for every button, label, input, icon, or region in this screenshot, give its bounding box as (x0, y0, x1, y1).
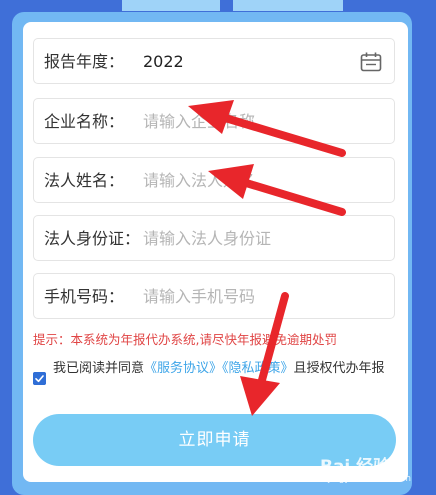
tip-text: 提示：本系统为年报代办系统,请尽快年报避免逾期处罚 (33, 332, 337, 347)
report-year-label: 报告年度： (44, 52, 125, 71)
phone-number-field[interactable]: 手机号码： 请输入手机号码 (33, 273, 395, 319)
phone-number-label: 手机号码： (44, 287, 125, 306)
agreement-row: 我已阅读并同意《服务协议》《隐私政策》且授权代办年报 (33, 359, 393, 385)
agreement-prefix: 我已阅读并同意 (53, 361, 145, 376)
agreement-suffix: 且授权代办年报 (293, 361, 385, 376)
agreement-text: 我已阅读并同意《服务协议》《隐私政策》且授权代办年报 (53, 359, 393, 379)
report-year-field[interactable]: 报告年度： 2022 (33, 38, 395, 84)
legal-person-id-label: 法人身份证： (44, 229, 141, 248)
legal-person-name-field[interactable]: 法人姓名： 请输入法人姓名 (33, 157, 395, 203)
company-name-label: 企业名称： (44, 112, 125, 131)
legal-person-id-placeholder: 请输入法人身份证 (143, 229, 272, 248)
legal-person-name-label: 法人姓名： (44, 171, 125, 190)
watermark-sub: jingyan.baidu.com (328, 474, 412, 484)
top-tab-left (122, 0, 220, 11)
top-tab-right (233, 0, 343, 11)
legal-person-name-placeholder: 请输入法人姓名 (143, 171, 256, 190)
service-agreement-link[interactable]: 《服务协议》 (144, 361, 222, 376)
calendar-icon[interactable] (360, 52, 382, 72)
report-year-value: 2022 (143, 52, 184, 71)
watermark: Bai 经验 jingyan.baidu.com (312, 452, 432, 492)
company-name-field[interactable]: 企业名称： 请输入企业名称 (33, 98, 395, 144)
legal-person-id-field[interactable]: 法人身份证： 请输入法人身份证 (33, 215, 395, 261)
application-form: 报告年度： 2022 企业名称： 请输入企业名称 法人姓名： 请输入法人姓名 法… (23, 22, 408, 482)
company-name-placeholder: 请输入企业名称 (143, 112, 256, 131)
checkbox-checked-icon[interactable] (33, 372, 46, 385)
phone-number-placeholder: 请输入手机号码 (143, 287, 256, 306)
privacy-policy-link[interactable]: 《隐私政策》 (222, 361, 294, 376)
